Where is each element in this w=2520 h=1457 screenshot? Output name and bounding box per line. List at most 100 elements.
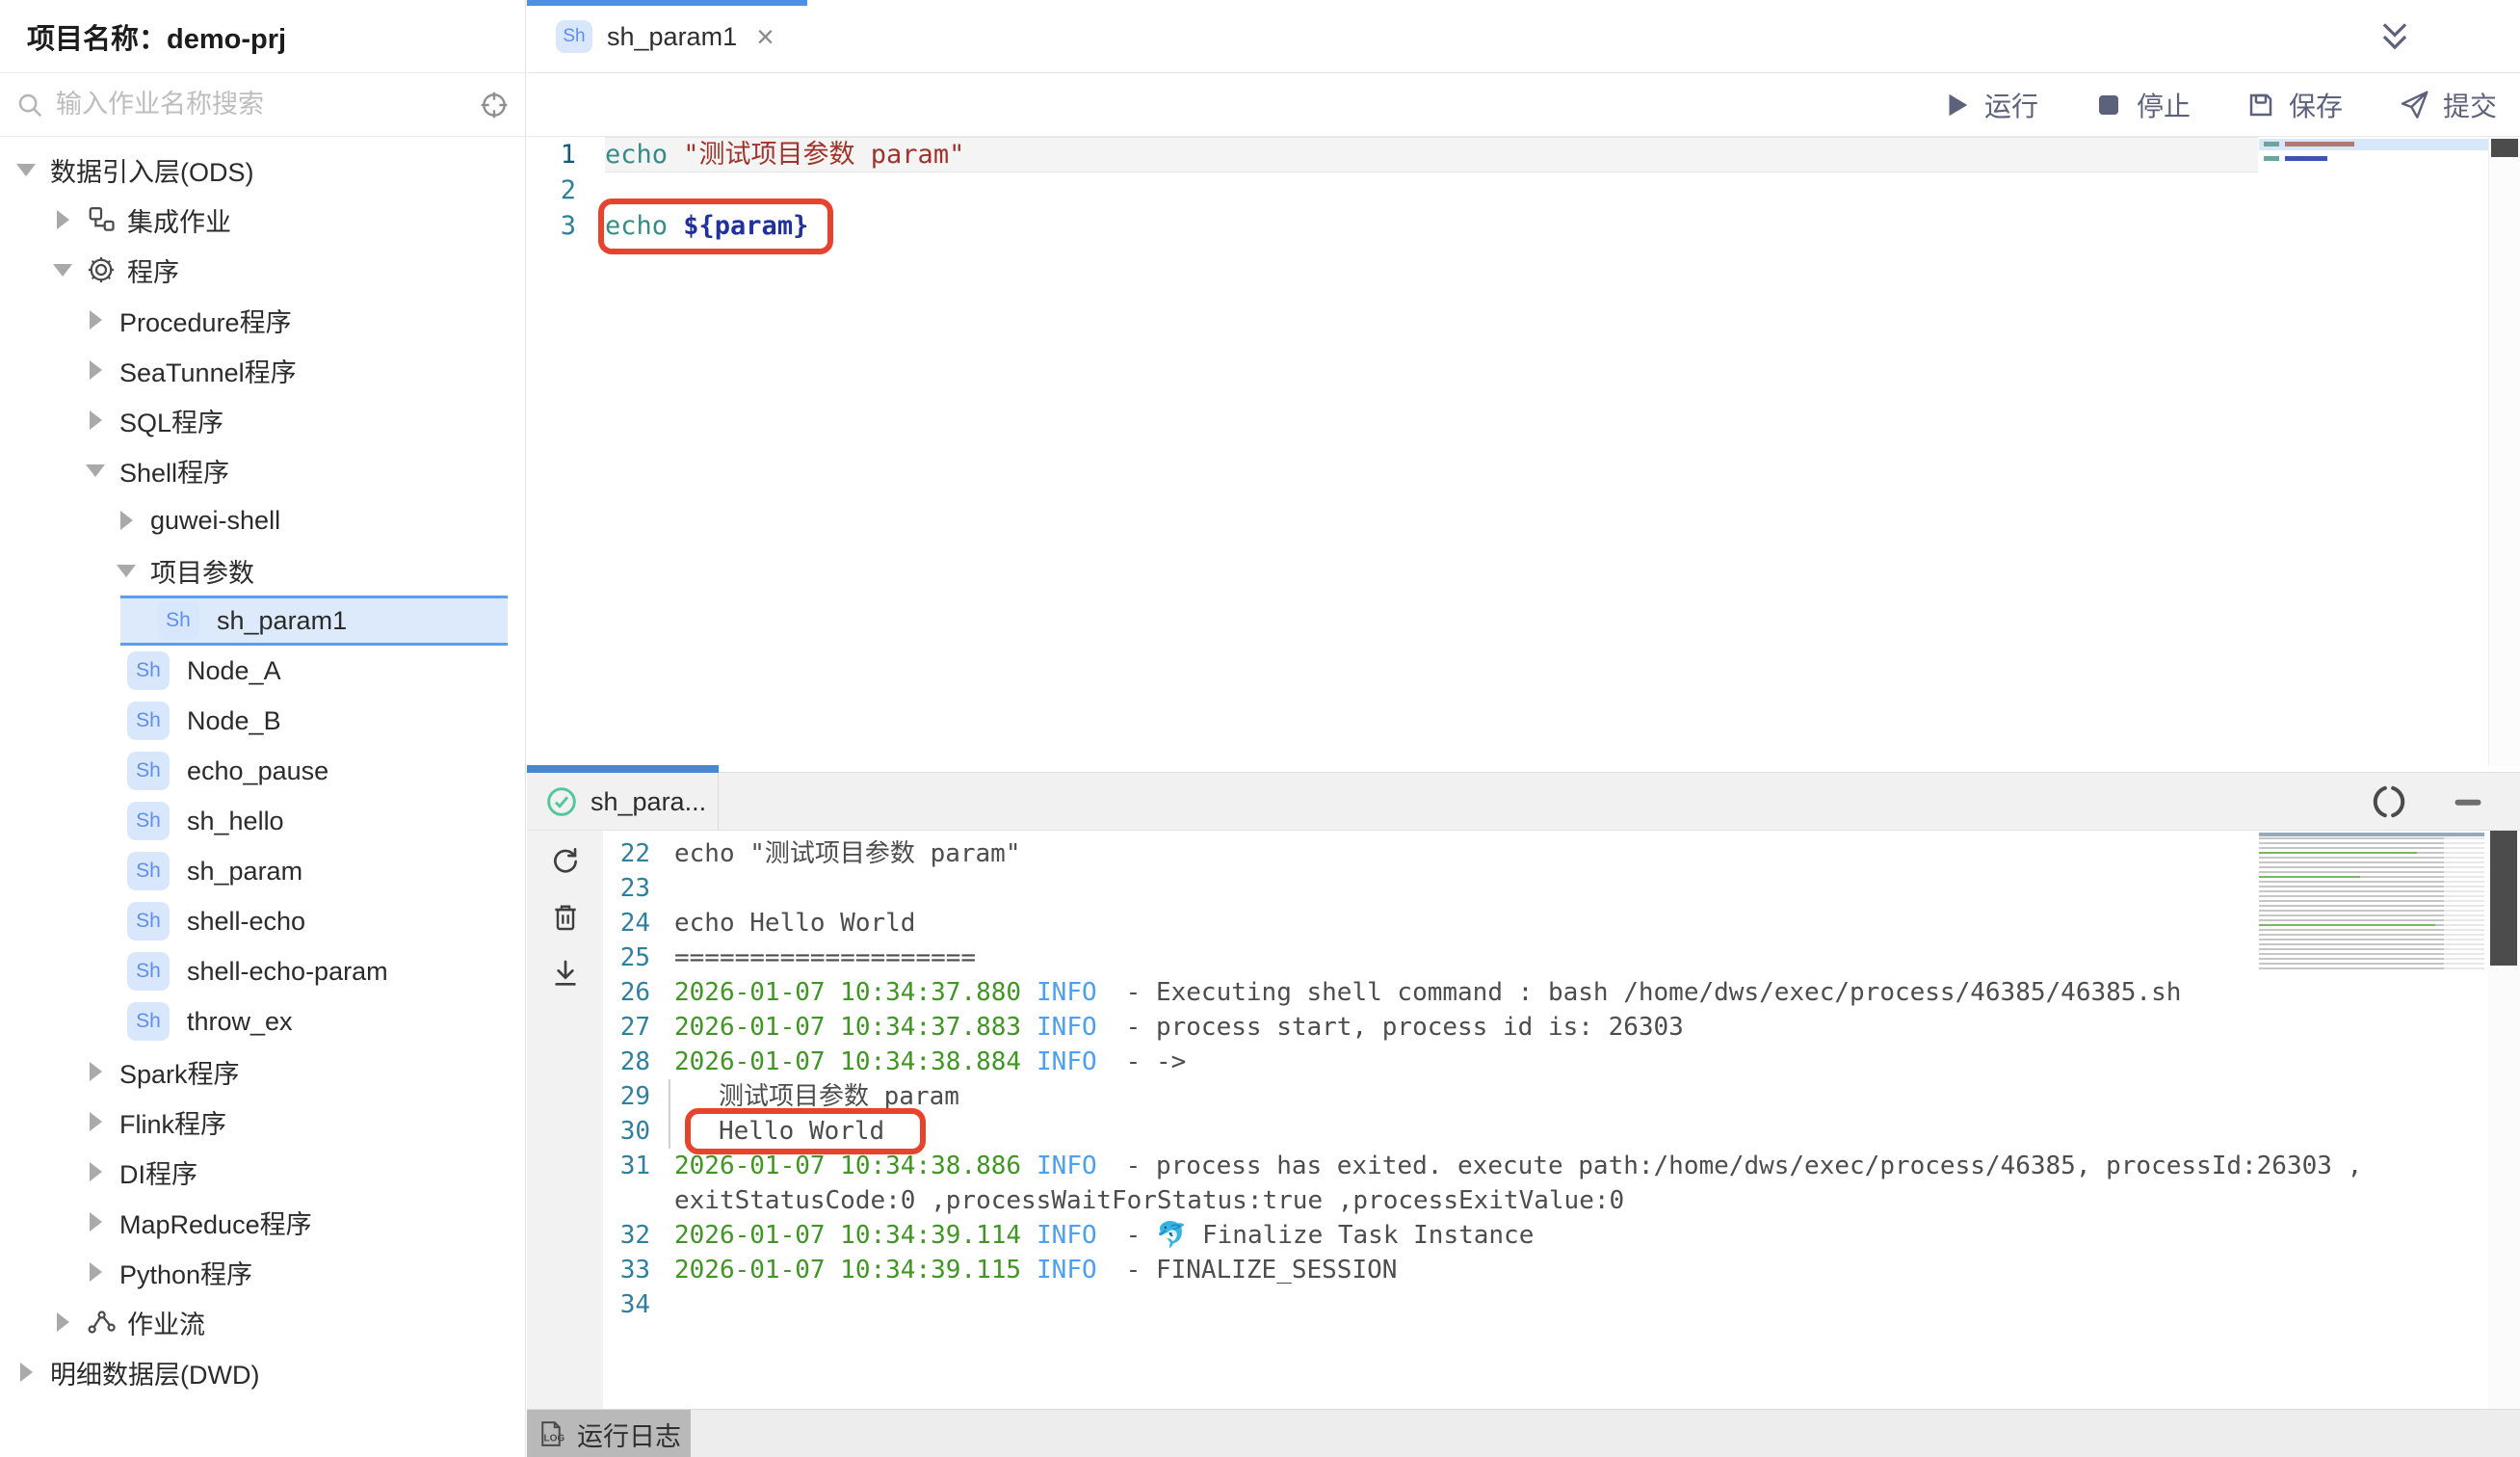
- locate-icon[interactable]: [479, 90, 510, 120]
- sidebar-item-sh-param1[interactable]: Sh sh_param1: [120, 596, 508, 646]
- minimize-icon[interactable]: [2451, 784, 2485, 819]
- sidebar-item-dwd-layer[interactable]: 明细数据层(DWD): [0, 1347, 525, 1397]
- sidebar-item-shell-echo[interactable]: Sh shell-echo: [0, 896, 525, 946]
- log-tab-sh-param[interactable]: sh_para...: [527, 773, 719, 831]
- shell-type-badge: Sh: [127, 1002, 170, 1041]
- chevron-right-icon[interactable]: [15, 1363, 35, 1382]
- tree-label: guwei-shell: [150, 506, 280, 536]
- sidebar-item-procedure[interactable]: Procedure程序: [0, 295, 525, 345]
- tree-label: 数据引入层(ODS): [50, 151, 254, 189]
- log-output[interactable]: 22echo "测试项目参数 param" 23 24echo Hello Wo…: [527, 831, 2520, 1409]
- tree-label: SQL程序: [119, 402, 223, 439]
- run-label: 运行: [1984, 86, 2038, 124]
- run-log-label: 运行日志: [577, 1416, 681, 1453]
- chevron-right-icon[interactable]: [52, 1312, 71, 1332]
- chevron-down-icon[interactable]: [116, 561, 135, 580]
- sidebar-item-sh-hello[interactable]: Sh sh_hello: [0, 796, 525, 846]
- submit-label: 提交: [2443, 86, 2497, 124]
- log-line: 34: [603, 1287, 2193, 1322]
- log-line: 22echo "测试项目参数 param": [603, 836, 2193, 871]
- chevron-right-icon[interactable]: [85, 411, 104, 430]
- sidebar-item-node-a[interactable]: Sh Node_A: [0, 646, 525, 696]
- shell-type-badge: Sh: [127, 852, 170, 890]
- shell-type-badge: Sh: [127, 752, 170, 790]
- chevron-right-icon[interactable]: [85, 1212, 104, 1232]
- sidebar-item-ods-layer[interactable]: 数据引入层(ODS): [0, 145, 525, 195]
- sidebar-item-mapreduce[interactable]: MapReduce程序: [0, 1197, 525, 1247]
- editor-minimap[interactable]: [2259, 139, 2488, 197]
- tree-label: 明细数据层(DWD): [50, 1354, 259, 1391]
- log-line: 332026-01-07 10:34:39.115INFO- FINALIZE_…: [603, 1253, 2193, 1287]
- scrollbar-thumb[interactable]: [2491, 139, 2518, 157]
- log-file-icon: LOG: [537, 1419, 565, 1448]
- delete-log-icon[interactable]: [550, 902, 581, 933]
- tree-label: shell-echo: [187, 907, 305, 937]
- tree-label: Node_A: [187, 656, 281, 686]
- chevron-down-icon[interactable]: [52, 260, 71, 279]
- tab-sh-param1[interactable]: Sh sh_param1 ×: [527, 0, 807, 73]
- run-log-tab[interactable]: LOG 运行日志: [527, 1410, 691, 1457]
- sidebar-item-program[interactable]: 程序: [0, 245, 525, 295]
- shell-type-badge: Sh: [556, 20, 592, 53]
- success-check-icon: [546, 786, 577, 817]
- save-button[interactable]: 保存: [2246, 86, 2343, 124]
- sidebar-item-echo-pause[interactable]: Sh echo_pause: [0, 746, 525, 796]
- tab-label: sh_param1: [607, 22, 737, 52]
- chevrons-down-icon[interactable]: [2376, 18, 2413, 55]
- tree-label: 集成作业: [127, 201, 231, 239]
- panel-splitter[interactable]: [527, 765, 719, 773]
- sidebar-item-seatunnel[interactable]: SeaTunnel程序: [0, 345, 525, 395]
- sidebar-item-python[interactable]: Python程序: [0, 1247, 525, 1297]
- sidebar-item-throw-ex[interactable]: Sh throw_ex: [0, 996, 525, 1046]
- sidebar-item-project-param-folder[interactable]: 项目参数: [0, 545, 525, 596]
- log-minimap[interactable]: [2259, 833, 2484, 970]
- editor-scrollbar[interactable]: [2488, 137, 2520, 766]
- sidebar-item-spark[interactable]: Spark程序: [0, 1046, 525, 1097]
- stop-button[interactable]: 停止: [2094, 86, 2191, 124]
- shell-type-badge: Sh: [127, 902, 170, 940]
- chevron-right-icon[interactable]: [52, 210, 71, 229]
- chevron-down-icon[interactable]: [85, 461, 104, 480]
- chevron-right-icon[interactable]: [85, 360, 104, 380]
- code-editor[interactable]: 1 echo "测试项目参数 param" 2 3 echo ${param}: [527, 137, 2520, 766]
- chevron-right-icon[interactable]: [85, 1112, 104, 1131]
- tree-label: sh_param: [187, 857, 302, 887]
- sidebar: 项目名称：demo-prj 数据引入层(ODS) 集成作业: [0, 0, 526, 1457]
- sidebar-item-node-b[interactable]: Sh Node_B: [0, 696, 525, 746]
- tree-label: sh_param1: [217, 606, 347, 636]
- close-icon[interactable]: ×: [756, 21, 774, 52]
- chevron-right-icon[interactable]: [85, 1062, 104, 1081]
- app-window: 项目名称：demo-prj 数据引入层(ODS) 集成作业: [0, 0, 2520, 1457]
- search-icon: [15, 91, 44, 119]
- chevron-right-icon[interactable]: [85, 310, 104, 330]
- scrollbar-thumb[interactable]: [2490, 831, 2517, 966]
- sidebar-item-sql[interactable]: SQL程序: [0, 395, 525, 445]
- sidebar-item-shell-echo-param[interactable]: Sh shell-echo-param: [0, 946, 525, 996]
- sidebar-item-sh-param[interactable]: Sh sh_param: [0, 846, 525, 896]
- sidebar-item-guwei-shell[interactable]: guwei-shell: [0, 495, 525, 545]
- chevron-down-icon[interactable]: [15, 160, 35, 179]
- chevron-right-icon[interactable]: [85, 1162, 104, 1181]
- shell-type-badge: Sh: [127, 702, 170, 740]
- shell-type-badge: Sh: [127, 802, 170, 840]
- submit-button[interactable]: 提交: [2399, 86, 2497, 124]
- annotation-box-hello-world: [685, 1108, 926, 1154]
- run-button[interactable]: 运行: [1942, 86, 2038, 124]
- search-input[interactable]: [56, 90, 467, 119]
- chevron-right-icon[interactable]: [116, 511, 135, 530]
- sidebar-item-integration-job[interactable]: 集成作业: [0, 195, 525, 245]
- sidebar-item-flink[interactable]: Flink程序: [0, 1097, 525, 1147]
- log-toolbar: [527, 831, 603, 1409]
- download-log-icon[interactable]: [550, 958, 581, 989]
- tree-label: Python程序: [119, 1254, 252, 1291]
- log-line: 322026-01-07 10:34:39.114INFO- 🐬 Finaliz…: [603, 1218, 2193, 1253]
- sidebar-item-workflow[interactable]: 作业流: [0, 1297, 525, 1347]
- sidebar-item-di[interactable]: DI程序: [0, 1147, 525, 1197]
- sidebar-item-shell[interactable]: Shell程序: [0, 445, 525, 495]
- chevron-right-icon[interactable]: [85, 1262, 104, 1282]
- refresh-log-icon[interactable]: [550, 846, 581, 877]
- integration-icon: [87, 205, 116, 234]
- refresh-icon[interactable]: [2370, 782, 2408, 821]
- send-icon: [2399, 90, 2429, 120]
- log-scrollbar[interactable]: [2488, 831, 2520, 1409]
